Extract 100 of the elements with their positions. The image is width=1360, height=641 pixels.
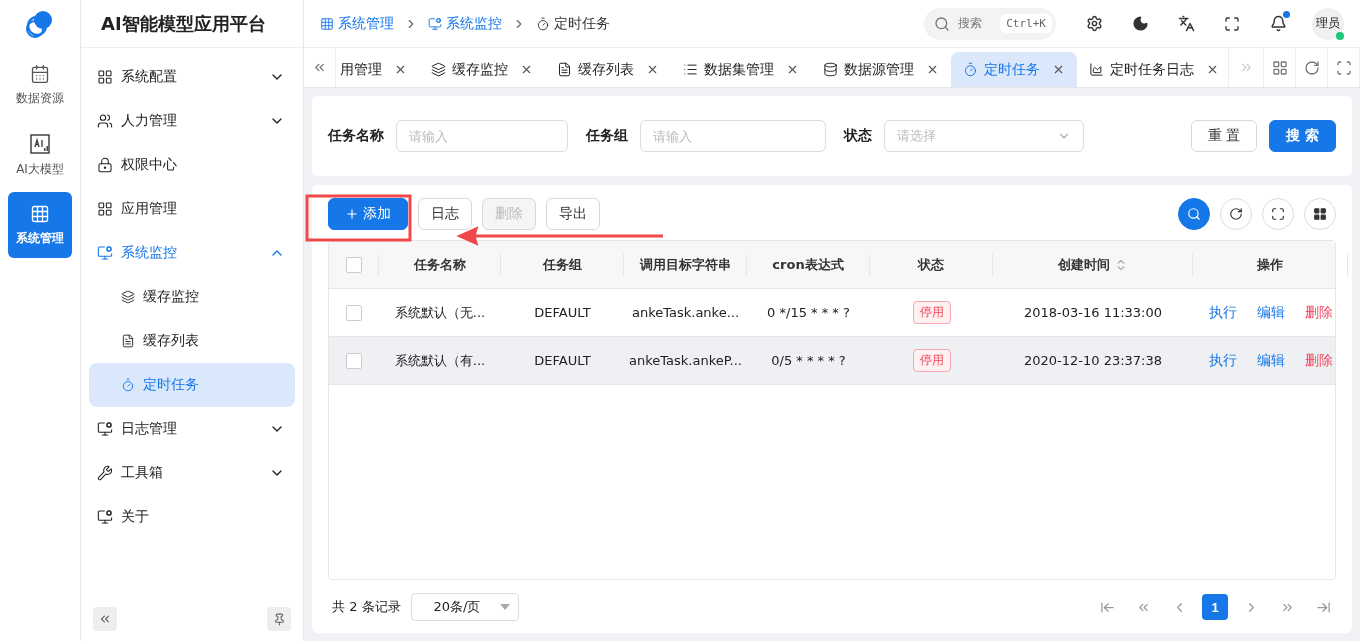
monitor-icon: [428, 16, 442, 31]
table-cell-text: 系统默认（无...: [393, 303, 487, 322]
close-icon[interactable]: [394, 63, 407, 76]
menu-item[interactable]: 关于: [89, 495, 295, 539]
column-header: cron表达式: [772, 255, 844, 274]
action-link[interactable]: 删除: [1304, 303, 1333, 322]
close-icon[interactable]: [520, 63, 533, 76]
table-cell-text: DEFAULT: [533, 305, 592, 320]
breadcrumb-item[interactable]: 系统管理: [320, 14, 394, 33]
menu-item[interactable]: 系统配置: [89, 55, 295, 99]
ai-chip-icon: [29, 132, 51, 155]
status-tag: 停用: [912, 301, 951, 324]
table-cell-text: DEFAULT: [533, 353, 592, 368]
action-link[interactable]: 执行: [1208, 351, 1237, 370]
app-title: AI智能模型应用平台: [81, 0, 303, 48]
search-button[interactable]: 搜 索: [1269, 120, 1336, 152]
table-cell-text: ankeTask.anke...: [630, 305, 741, 320]
blocks-icon: [97, 201, 113, 217]
submenu-item[interactable]: 缓存监控: [89, 275, 295, 319]
header-checkbox[interactable]: [345, 256, 362, 273]
filter-label: 状态: [844, 127, 872, 145]
page-size-select[interactable]: 20条/页: [410, 593, 519, 621]
table-cell-text: 系统默认（有...: [393, 351, 487, 370]
text-input[interactable]: 请输入: [396, 120, 568, 152]
timer-icon: [121, 378, 135, 392]
timer-icon: [963, 62, 978, 77]
filter-label: 任务名称: [328, 127, 384, 145]
column-header: 任务名称: [413, 255, 466, 274]
lock-icon: [97, 157, 113, 173]
plus-icon: [345, 207, 359, 221]
users-icon: [97, 113, 113, 129]
action-link[interactable]: 编辑: [1256, 303, 1285, 322]
logo-icon: [25, 9, 55, 39]
search-icon[interactable]: [1178, 198, 1210, 230]
submenu-item[interactable]: 缓存列表: [89, 319, 295, 363]
toolbar-button[interactable]: 添加: [328, 198, 408, 230]
rail-item[interactable]: 系统管理: [8, 192, 72, 258]
shortcut-key: Ctrl+K: [1000, 14, 1052, 33]
action-link[interactable]: 编辑: [1256, 351, 1285, 370]
caret-icon: [499, 604, 510, 610]
table-cell-text: 0/5 * * * * ?: [770, 353, 847, 368]
breadcrumb-item[interactable]: 系统监控: [428, 14, 502, 33]
menu-item[interactable]: 系统监控: [89, 231, 295, 275]
menu-item[interactable]: 工具箱: [89, 451, 295, 495]
double-chevron-left-icon: [98, 612, 112, 626]
table-cell-text: 2020-12-10 23:37:38: [1022, 353, 1164, 368]
document-icon: [121, 334, 135, 348]
reset-button[interactable]: 重 置: [1190, 120, 1258, 152]
page-button[interactable]: 1: [1202, 594, 1228, 620]
table-cell-text: ankeTask.ankeP...: [628, 353, 743, 368]
close-icon[interactable]: [646, 63, 659, 76]
layers-icon: [431, 62, 446, 77]
chart-icon: [1089, 62, 1104, 77]
menu-item[interactable]: 人力管理: [89, 99, 295, 143]
pin-button[interactable]: [267, 607, 291, 631]
columns-icon[interactable]: [1304, 198, 1336, 230]
status-tag: 停用: [912, 349, 951, 372]
search-field[interactable]: 搜索 Ctrl+K: [924, 7, 1056, 40]
total-count: 共 2 条记录: [332, 598, 401, 616]
rail-item[interactable]: AI大模型: [8, 122, 72, 188]
rail-item[interactable]: 数据资源: [8, 52, 72, 118]
user-avatar[interactable]: 理员: [1312, 7, 1344, 40]
collapse-button[interactable]: [93, 607, 117, 631]
menu-item[interactable]: 日志管理: [89, 407, 295, 451]
table-cell-text: 2018-03-16 11:33:00: [1022, 305, 1164, 320]
bell-icon: [1269, 15, 1287, 32]
document-icon: [557, 62, 572, 77]
toolbar-button[interactable]: 日志: [418, 198, 472, 230]
column-header: 任务组: [542, 255, 582, 274]
menu-item[interactable]: 权限中心: [89, 143, 295, 187]
tools-icon: [97, 465, 113, 481]
column-header: 操作: [1257, 255, 1283, 274]
list-icon: [683, 62, 698, 77]
database-icon: [823, 62, 838, 77]
column-header: 状态: [918, 255, 944, 274]
close-icon[interactable]: [926, 63, 939, 76]
refresh-icon[interactable]: [1220, 198, 1252, 230]
page-tab[interactable]: 定时任务: [951, 52, 1077, 87]
close-icon[interactable]: [1052, 63, 1065, 76]
action-link[interactable]: 执行: [1208, 303, 1237, 322]
column-header: 调用目标字符串: [639, 255, 731, 274]
apps-icon: [97, 69, 113, 85]
text-input[interactable]: 请输入: [640, 120, 826, 152]
toolbar-button[interactable]: 导出: [546, 198, 600, 230]
grid-icon: [320, 16, 334, 31]
calendar-icon: [30, 63, 50, 84]
filter-label: 任务组: [586, 127, 628, 145]
search-icon: [934, 15, 951, 32]
submenu-item[interactable]: 定时任务: [89, 363, 295, 407]
menu-item[interactable]: 应用管理: [89, 187, 295, 231]
row-checkbox[interactable]: [346, 304, 362, 321]
close-icon[interactable]: [1206, 63, 1219, 76]
layers-icon: [121, 290, 135, 304]
pin-icon: [272, 612, 286, 626]
row-checkbox[interactable]: [346, 352, 362, 369]
monitor-icon: [97, 245, 113, 261]
column-header: 创建时间: [1057, 255, 1110, 274]
monitor-icon: [97, 421, 113, 437]
close-icon[interactable]: [786, 63, 799, 76]
expand-icon[interactable]: [1262, 198, 1294, 230]
